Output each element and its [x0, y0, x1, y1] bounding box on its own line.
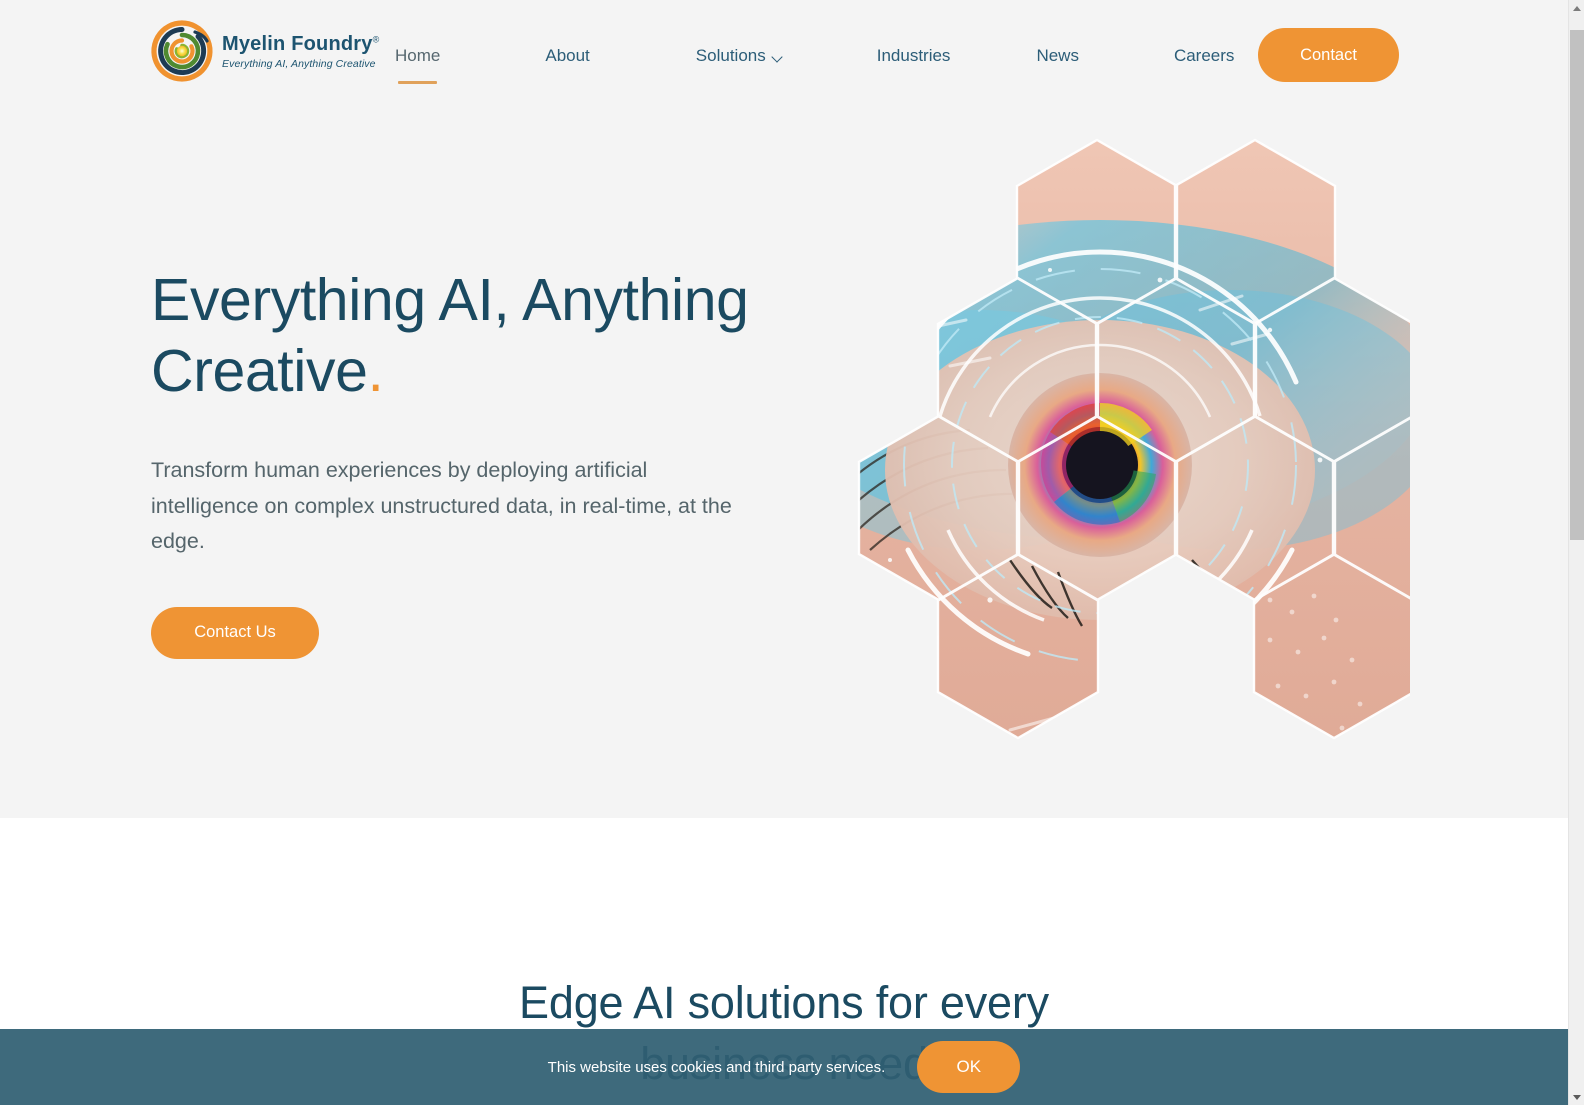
brand-logo-link[interactable]: Myelin Foundry® Everything AI, Anything … [151, 20, 379, 82]
spiral-logo-icon [151, 20, 213, 82]
nav-label-careers: Careers [1173, 46, 1235, 65]
hero-title: Everything AI, Anything Creative. [151, 265, 791, 407]
registered-mark: ® [372, 33, 380, 44]
chevron-down-icon [773, 52, 784, 63]
browser-page: Myelin Foundry® Everything AI, Anything … [0, 0, 1584, 1105]
brand-name: Myelin Foundry® [222, 32, 380, 55]
main-navbar: Myelin Foundry® Everything AI, Anything … [0, 0, 1568, 112]
section-heading-line-1: Edge AI solutions for every [519, 977, 1049, 1028]
nav-item-about[interactable]: About [545, 28, 589, 84]
hero-title-line-2: Creative [151, 338, 368, 404]
nav-item-solutions[interactable]: Solutions [696, 28, 784, 84]
hero-section: Myelin Foundry® Everything AI, Anything … [0, 0, 1568, 818]
nav-label-news: News [1036, 46, 1079, 65]
nav-item-industries[interactable]: Industries [877, 28, 951, 84]
nav-item-news[interactable]: News [1036, 28, 1079, 84]
scroll-down-button[interactable] [1569, 1089, 1584, 1105]
nav-item-careers[interactable]: Careers [1174, 28, 1234, 84]
nav-label-home: Home [395, 46, 441, 65]
cookie-message: This website uses cookies and third part… [547, 1058, 886, 1076]
hero-title-line-1: Everything AI, Anything [151, 267, 749, 333]
nav-label-solutions: Solutions [695, 46, 766, 65]
nav-links: Home About Solutions Industries News Car… [395, 0, 1234, 112]
scroll-down-arrow-icon [1573, 1094, 1581, 1100]
cookie-consent-banner: This website uses cookies and third part… [0, 1029, 1568, 1105]
active-nav-underline [398, 81, 438, 84]
vertical-scrollbar[interactable] [1568, 0, 1584, 1105]
hero-artwork [800, 130, 1410, 795]
brand-tagline: Everything AI, Anything Creative [222, 57, 376, 70]
scroll-up-button[interactable] [1569, 0, 1584, 16]
contact-us-button[interactable]: Contact Us [151, 606, 319, 659]
scroll-up-arrow-icon [1573, 5, 1581, 11]
scrollbar-thumb[interactable] [1570, 30, 1584, 540]
hero-copy: Everything AI, Anything Creative. Transfo… [151, 265, 791, 659]
cookie-accept-button[interactable]: OK [917, 1041, 1021, 1093]
page-viewport: Myelin Foundry® Everything AI, Anything … [0, 0, 1568, 1105]
contact-button[interactable]: Contact [1258, 28, 1399, 82]
nav-label-industries: Industries [876, 46, 951, 65]
nav-item-home[interactable]: Home [395, 28, 440, 84]
nav-label-about: About [545, 46, 590, 65]
brand-text-block: Myelin Foundry® Everything AI, Anything … [222, 33, 379, 70]
hero-subtitle: Transform human experiences by deploying… [151, 458, 732, 553]
hero-title-accent-dot: . [367, 338, 384, 404]
